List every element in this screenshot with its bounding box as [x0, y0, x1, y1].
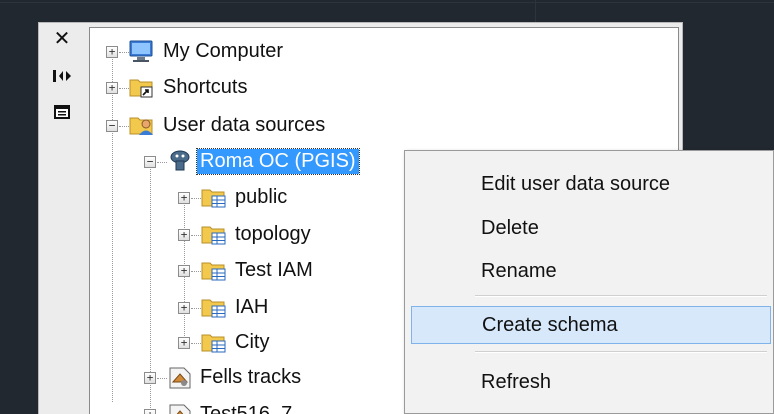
menu-item-edit-user-data-source[interactable]: Edit user data source — [411, 165, 771, 203]
menu-item-refresh[interactable]: Refresh — [411, 363, 771, 401]
schema-folder-icon — [201, 262, 226, 281]
data-source-icon — [169, 404, 191, 414]
tree-node-schema-public[interactable]: + public — [90, 183, 390, 213]
tree-node-label: Shortcuts — [163, 76, 248, 98]
menu-item-create-schema[interactable]: Create schema — [411, 306, 771, 344]
schema-folder-icon — [201, 189, 226, 208]
tree-node-label: Test516_7 — [200, 403, 293, 414]
expand-icon[interactable]: + — [144, 372, 156, 384]
expand-icon[interactable]: + — [178, 192, 190, 204]
tree-node-schema-test-iam[interactable]: + Test IAM — [90, 256, 390, 286]
collapse-icon[interactable]: − — [144, 156, 156, 168]
canvas-grid-line — [0, 2, 774, 3]
expand-icon[interactable]: + — [144, 409, 156, 414]
expand-icon[interactable]: + — [106, 82, 118, 94]
tree-node-test516[interactable]: + Test516_7 — [90, 400, 390, 414]
computer-icon — [129, 40, 153, 62]
shortcut-folder-icon — [129, 79, 153, 98]
data-source-icon — [169, 367, 191, 389]
auto-hide-icon[interactable] — [49, 65, 75, 87]
expand-icon[interactable]: + — [178, 229, 190, 241]
palette-title-strip: ✕ — [39, 23, 87, 414]
tree-node-label: User data sources — [163, 114, 326, 136]
tree-node-schema-city[interactable]: + City — [90, 328, 390, 358]
tree-node-label: topology — [235, 223, 311, 245]
context-menu: Edit user data source Delete Rename Crea… — [404, 150, 774, 414]
schema-folder-icon — [201, 299, 226, 318]
tree-node-label: Test IAM — [235, 259, 313, 281]
menu-separator — [475, 351, 767, 353]
expand-icon[interactable]: + — [178, 265, 190, 277]
tree-node-label: public — [235, 186, 288, 208]
tree-node-schema-iah[interactable]: + IAH — [90, 293, 390, 323]
tree-node-user-data-sources[interactable]: − User data sources — [90, 111, 410, 141]
tree-node-label: City — [235, 331, 270, 353]
close-icon[interactable]: ✕ — [49, 27, 75, 50]
schema-folder-icon — [201, 226, 226, 245]
tree-node-label: Roma OC (PGIS) — [196, 148, 360, 175]
tree-node-schema-topology[interactable]: + topology — [90, 220, 390, 250]
user-folder-icon — [129, 117, 153, 135]
tree-node-fells-tracks[interactable]: + Fells tracks — [90, 363, 390, 393]
postgis-database-icon — [170, 150, 190, 171]
menu-item-rename[interactable]: Rename — [411, 252, 771, 290]
tree-node-roma-oc[interactable]: − Roma OC (PGIS) — [90, 147, 430, 177]
tree-node-label: My Computer — [163, 40, 284, 62]
tree-node-label: IAH — [235, 296, 269, 318]
schema-folder-icon — [201, 334, 226, 353]
expand-icon[interactable]: + — [178, 337, 190, 349]
menu-separator — [475, 295, 767, 297]
expand-icon[interactable]: + — [178, 302, 190, 314]
menu-item-delete[interactable]: Delete — [411, 209, 771, 247]
expand-icon[interactable]: + — [106, 46, 118, 58]
properties-icon[interactable] — [49, 101, 75, 123]
collapse-icon[interactable]: − — [106, 120, 118, 132]
tree-node-shortcuts[interactable]: + Shortcuts — [90, 73, 390, 103]
tree-node-my-computer[interactable]: + My Computer — [90, 37, 390, 67]
tree-node-label: Fells tracks — [200, 366, 302, 388]
